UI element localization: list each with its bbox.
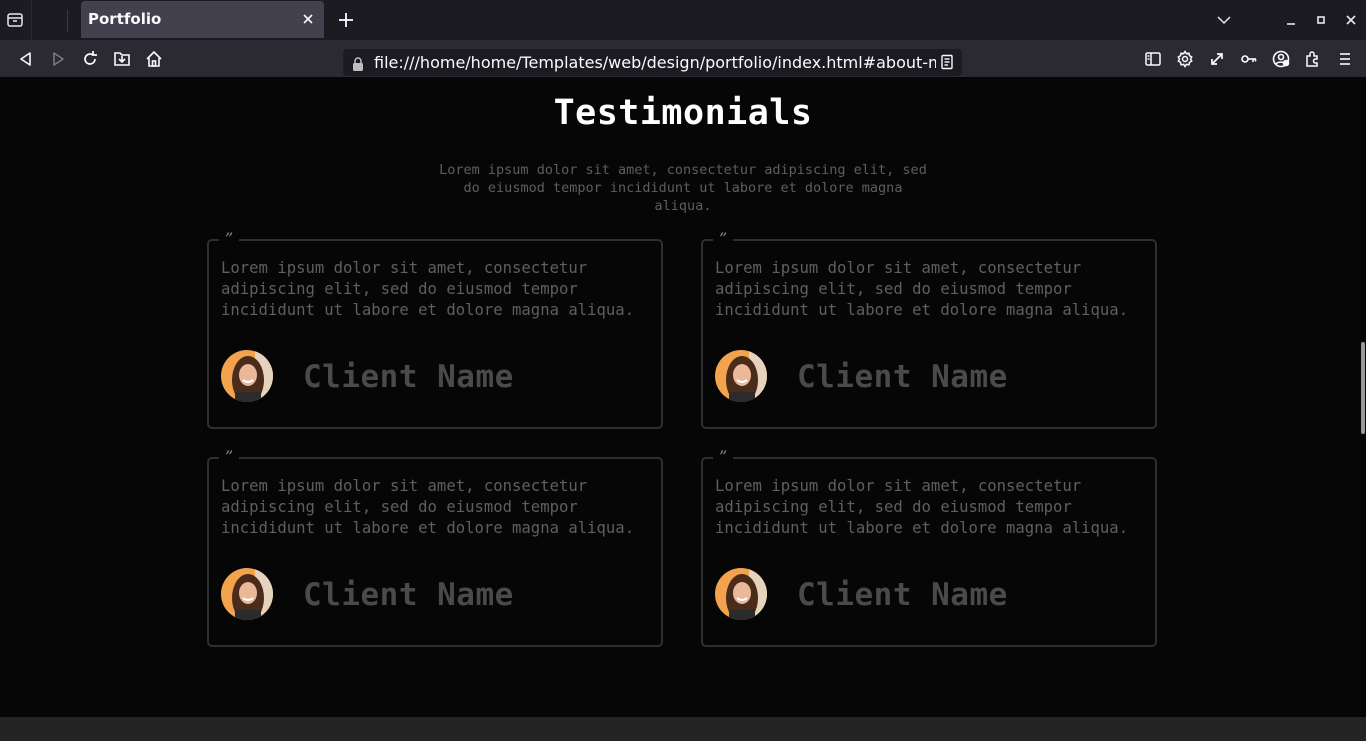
testimonial-text: Lorem ipsum dolor sit amet, consectetur …: [715, 477, 1129, 537]
settings-icon[interactable]: [1175, 49, 1195, 69]
key-icon[interactable]: [1239, 49, 1259, 69]
quote-icon: ”: [713, 449, 734, 465]
testimonial-card: ” Lorem ipsum dolor sit amet, consectetu…: [207, 449, 663, 647]
page-viewport: Testimonials Lorem ipsum dolor sit amet,…: [0, 77, 1366, 717]
fullscreen-icon[interactable]: [1207, 49, 1227, 69]
close-icon[interactable]: [300, 11, 316, 27]
window-close-icon[interactable]: [1342, 11, 1360, 29]
testimonial-card: ” Lorem ipsum dolor sit amet, consectetu…: [207, 231, 663, 429]
testimonial-text: Lorem ipsum dolor sit amet, consectetur …: [715, 259, 1129, 319]
back-icon[interactable]: [16, 49, 36, 69]
tab-strip-divider: [31, 0, 32, 40]
forward-icon[interactable]: [48, 49, 68, 69]
new-tab-icon[interactable]: [337, 11, 355, 29]
maximize-icon[interactable]: [1312, 11, 1330, 29]
bottom-bar: [0, 717, 1366, 741]
testimonial-card: ” Lorem ipsum dolor sit amet, consectetu…: [701, 231, 1157, 429]
client-avatar: [221, 350, 273, 402]
lock-icon: [352, 56, 364, 71]
vertical-scrollbar-thumb[interactable]: [1361, 342, 1365, 434]
client-avatar: [221, 568, 273, 620]
home-icon[interactable]: [144, 49, 164, 69]
url-text[interactable]: file:///home/home/Templates/web/design/p…: [374, 53, 936, 72]
reload-icon[interactable]: [80, 49, 100, 69]
client-name: Client Name: [303, 359, 514, 395]
sidebar-icon[interactable]: [1143, 49, 1163, 69]
tab-list-chevron-down-icon[interactable]: [1215, 11, 1233, 29]
quote-icon: ”: [219, 231, 240, 247]
address-bar[interactable]: file:///home/home/Templates/web/design/p…: [343, 49, 962, 76]
section-intro: Lorem ipsum dolor sit amet, consectetur …: [439, 162, 927, 214]
section-heading: Testimonials: [553, 93, 813, 133]
client-avatar: [715, 568, 767, 620]
account-icon[interactable]: [1271, 49, 1291, 69]
menu-icon[interactable]: [1335, 49, 1355, 69]
save-to-pocket-icon[interactable]: [112, 49, 132, 69]
client-name: Client Name: [797, 359, 1008, 395]
reader-view-icon[interactable]: [938, 53, 956, 71]
tab-strip-divider: [67, 10, 68, 32]
tab-portfolio[interactable]: Portfolio: [81, 1, 324, 38]
extensions-icon[interactable]: [1303, 49, 1323, 69]
minimize-icon[interactable]: [1282, 11, 1300, 29]
testimonial-text: Lorem ipsum dolor sit amet, consectetur …: [221, 477, 635, 537]
tab-title: Portfolio: [88, 10, 162, 28]
quote-icon: ”: [219, 449, 240, 465]
testimonial-text: Lorem ipsum dolor sit amet, consectetur …: [221, 259, 635, 319]
client-avatar: [715, 350, 767, 402]
client-name: Client Name: [303, 577, 514, 613]
testimonial-card: ” Lorem ipsum dolor sit amet, consectetu…: [701, 449, 1157, 647]
tab-strip: Portfolio: [0, 0, 1366, 40]
quote-icon: ”: [713, 231, 734, 247]
client-name: Client Name: [797, 577, 1008, 613]
tab-overview-icon[interactable]: [6, 11, 24, 29]
